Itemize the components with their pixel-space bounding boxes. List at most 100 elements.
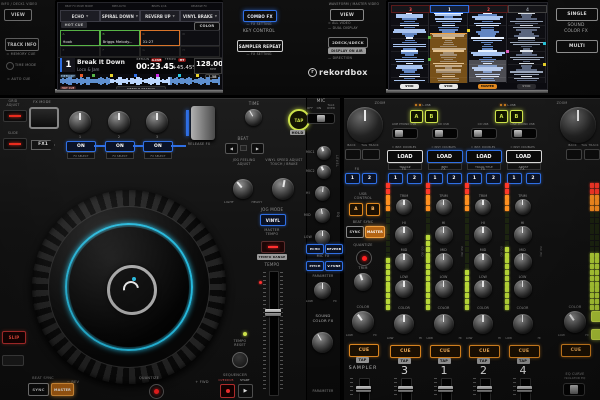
slip-button[interactable]: SLIP [2, 331, 26, 344]
fx1-assign-3[interactable]: 1 [388, 173, 403, 184]
jog-feeling-adjust-knob[interactable] [233, 179, 253, 199]
needle-search-strip[interactable]: NEEDLE SEARCH [116, 86, 166, 89]
fx1-assign-1[interactable]: 1 [427, 173, 443, 184]
load-button-3[interactable]: LOAD [387, 150, 423, 163]
color-knob-4[interactable] [512, 314, 533, 334]
mic-fx-vtune-button[interactable]: V.TUNE [325, 261, 343, 271]
load-button-4[interactable]: LOAD [505, 150, 542, 163]
trim-knob-1[interactable] [435, 199, 452, 215]
tempo-reset-button[interactable] [232, 352, 248, 368]
wave-deck-header-2[interactable]: 2 [469, 5, 508, 13]
sequencer-start-button[interactable]: ▶ [238, 384, 253, 398]
tempo-slider-handle[interactable] [265, 309, 281, 316]
hi-knob-1[interactable] [434, 226, 453, 244]
single-button[interactable]: SINGLE [556, 8, 598, 21]
sync-button-deck[interactable]: SYNC [28, 383, 49, 396]
fx-on-button-1[interactable]: ON [66, 141, 96, 152]
beat-left-button[interactable]: ◀ [225, 143, 238, 154]
wave-footer-1[interactable]: SYNC [439, 84, 458, 89]
mic-hi-knob[interactable] [315, 186, 330, 201]
fx1-assign-sampler[interactable]: 1 [345, 173, 360, 184]
mic-fx-reverb-button[interactable]: REVERB [325, 244, 343, 254]
vinyl-button[interactable]: VINYL [260, 214, 286, 226]
browse-knob-right[interactable] [560, 107, 596, 143]
low-knob-4[interactable] [513, 280, 532, 298]
release-fx-paddle[interactable] [191, 106, 215, 140]
channel-fader-handle-3[interactable] [398, 386, 413, 392]
mic1-knob[interactable] [317, 146, 331, 160]
low-knob-2[interactable] [474, 280, 492, 298]
mid-knob-4[interactable] [513, 253, 532, 271]
color-knob-1[interactable] [433, 314, 454, 334]
fx-select-0[interactable]: ECHO ▼ [60, 10, 100, 22]
hi-knob-3[interactable] [395, 226, 413, 244]
wave-deck-header-4[interactable]: 4 [508, 5, 547, 13]
color-knob-2[interactable] [473, 314, 493, 334]
fx1-assign-2[interactable]: 1 [467, 173, 482, 184]
mic-parameter-knob[interactable] [314, 282, 331, 299]
fx-mode-button[interactable] [29, 107, 59, 129]
cue-button-3[interactable]: CUE [390, 345, 421, 358]
hot-cue-pad-G[interactable]: G [140, 46, 180, 57]
low-knob-1[interactable] [434, 280, 453, 298]
sampler-repeat-button[interactable]: SAMPLER REPEAT [237, 40, 283, 52]
back-button-left[interactable] [345, 149, 361, 160]
input-selector-switch-2[interactable] [471, 128, 497, 139]
wave-footer-2[interactable]: MASTER [478, 84, 497, 89]
trim-knob-4[interactable] [514, 199, 531, 215]
fx-select-2[interactable]: REVERB UP ▼ [140, 10, 180, 22]
quantize-button-deck[interactable] [149, 384, 164, 399]
beat-right-button[interactable]: ▶ [251, 143, 264, 154]
mic2-knob[interactable] [317, 165, 331, 179]
tag-track-button-left[interactable] [362, 149, 380, 160]
hot-cue-pad-A[interactable]: A Hook [60, 30, 100, 46]
fx2-assign-3[interactable]: 2 [407, 173, 422, 184]
load-button-1[interactable]: LOAD [426, 150, 463, 163]
sync-button-mixer[interactable]: SYNC [346, 226, 364, 238]
view-button-left[interactable]: VIEW [4, 9, 32, 21]
hot-cue-pad-C[interactable]: C 01:27 [140, 30, 180, 46]
hot-cue-pad-B[interactable]: B Briggs Melody... [100, 30, 140, 46]
channel-fader-handle-1[interactable] [437, 386, 453, 392]
track-info-button[interactable]: TRACK INFO [5, 38, 39, 51]
vinyl-speed-adjust-knob[interactable] [272, 178, 294, 200]
sampler-fader-handle[interactable] [356, 386, 371, 392]
low-knob-3[interactable] [395, 280, 413, 298]
sampler-cue-button[interactable]: CUE [349, 344, 379, 357]
mid-knob-2[interactable] [474, 253, 492, 271]
load-button-2[interactable]: LOAD [466, 150, 502, 163]
jog-wheel[interactable] [32, 190, 226, 384]
right-pad-2[interactable] [591, 329, 600, 340]
mid-knob-3[interactable] [395, 253, 413, 271]
hi-knob-2[interactable] [474, 226, 492, 244]
hot-cue-tab[interactable]: HOT CUE [61, 22, 87, 28]
back-button-right[interactable] [566, 149, 582, 160]
grid-adjust-button[interactable] [3, 110, 27, 122]
browse-knob-left[interactable] [347, 107, 383, 143]
fx-knob-3[interactable] [146, 111, 168, 133]
input-selector-switch-1[interactable] [431, 128, 458, 139]
input-selector-switch-3[interactable] [392, 128, 418, 139]
usb-control-b-button[interactable]: B [366, 203, 380, 216]
fx-knob-2[interactable] [108, 111, 130, 133]
cue-button-4[interactable]: CUE [508, 345, 540, 358]
color-knob-3[interactable] [394, 314, 414, 334]
channel-fader-handle-4[interactable] [516, 386, 532, 392]
multi-button[interactable]: MULTI [556, 40, 598, 53]
sampler-trim-knob[interactable] [354, 273, 372, 291]
fx-select-1[interactable]: SPIRAL DOWN ▼ [100, 10, 140, 22]
hot-cue-pad-E[interactable]: E [60, 46, 100, 57]
trim-knob-2[interactable] [475, 199, 491, 215]
sampler-color-knob[interactable] [352, 311, 374, 333]
mic-mid-knob[interactable] [315, 208, 330, 223]
hot-cue-pad-F[interactable]: F [100, 46, 140, 57]
fx-on-button-2[interactable]: ON [105, 141, 135, 152]
cue-button-1[interactable]: CUE [429, 345, 461, 358]
usb-control-a-button[interactable]: A [349, 203, 363, 216]
input-selector-switch-4[interactable] [510, 128, 537, 139]
channel-fader-handle-2[interactable] [477, 386, 492, 392]
master-button-mixer[interactable]: MASTER [365, 226, 385, 238]
sound-color-fx-knob[interactable] [312, 332, 333, 353]
mic-low-knob[interactable] [315, 230, 330, 245]
quantize-button-mixer[interactable] [356, 250, 372, 266]
